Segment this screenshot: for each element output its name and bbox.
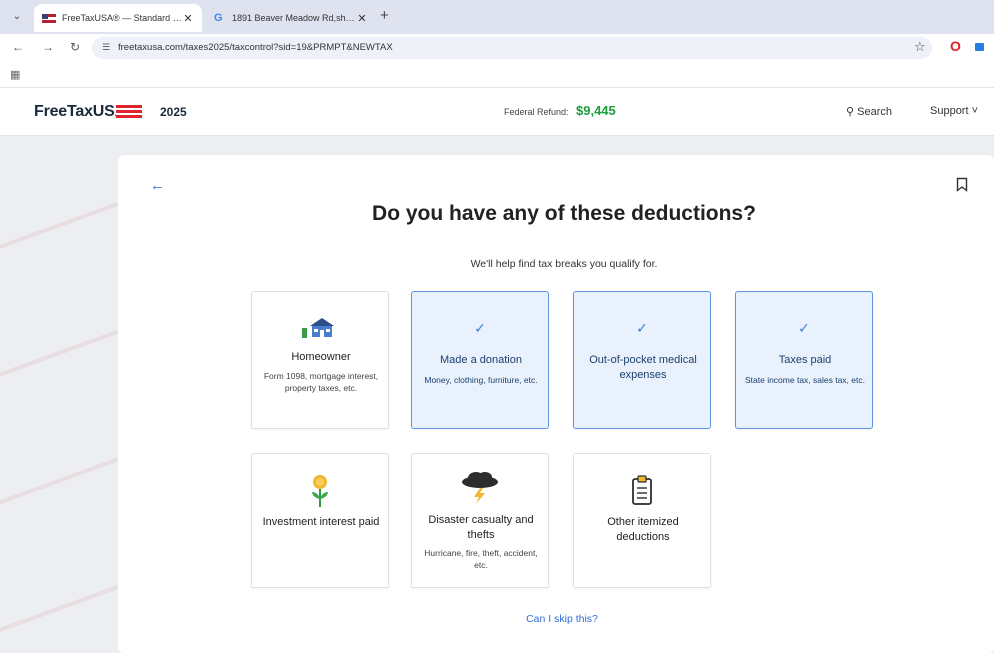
option-description: Hurricane, fire, theft, accident, etc. <box>424 548 538 570</box>
option-description: Form 1098, mortgage interest, property t… <box>263 371 379 393</box>
tab-title: 1891 Beaver Meadow Rd,shara <box>232 13 356 23</box>
option-other-itemized[interactable]: Other itemized deductions <box>573 453 711 588</box>
tab-close-icon[interactable]: ✕ <box>182 12 194 25</box>
browser-tab-freetaxusa[interactable]: FreeTaxUSA® — Standard or It ✕ <box>34 4 202 32</box>
browser-tab-google[interactable]: G 1891 Beaver Meadow Rd,shara ✕ <box>206 4 376 32</box>
site-header: FreeTaxUSA 2025 Federal Refund: $9,445 ⚲… <box>0 88 994 136</box>
option-made-a-donation[interactable]: ✓ Made a donation Money, clothing, furni… <box>411 291 549 429</box>
option-medical-expenses[interactable]: ✓ Out-of-pocket medical expenses <box>573 291 711 429</box>
support-label: Support <box>930 105 969 117</box>
tab-close-icon[interactable]: ✕ <box>356 12 368 25</box>
option-label: Homeowner <box>291 351 351 363</box>
tab-title: FreeTaxUSA® — Standard or It <box>62 13 182 23</box>
url-text: freetaxusa.com/taxes2025/taxcontrol?sid=… <box>118 42 393 53</box>
option-taxes-paid[interactable]: ✓ Taxes paid State income tax, sales tax… <box>735 291 873 429</box>
back-arrow-icon[interactable]: ← <box>150 177 165 194</box>
google-favicon-icon: G <box>214 12 223 24</box>
bookmarks-bar: ▦ <box>0 62 994 88</box>
option-disaster-casualty[interactable]: Disaster casualty and thefts Hurricane, … <box>411 453 549 588</box>
apps-grid-icon[interactable]: ▦ <box>10 68 20 81</box>
tab-search-chevron-icon[interactable]: ⌄ <box>8 8 26 26</box>
option-label: Other itemized deductions <box>607 516 679 543</box>
logo-flag-icon <box>116 105 142 119</box>
clipboard-icon <box>574 475 710 510</box>
option-homeowner[interactable]: Homeowner Form 1098, mortgage interest, … <box>251 291 389 429</box>
check-icon: ✓ <box>474 320 486 336</box>
address-bar: ← → ↻ ☰ freetaxusa.com/taxes2025/taxcont… <box>0 34 994 62</box>
browser-tab-bar: ⌄ FreeTaxUSA® — Standard or It ✕ G 1891 … <box>0 0 994 34</box>
skip-link[interactable]: Can I skip this? <box>462 613 662 625</box>
refund-value: $9,445 <box>576 103 616 118</box>
page-title: Do you have any of these deductions? <box>372 202 756 225</box>
support-menu[interactable]: Support ˅ <box>930 105 978 117</box>
option-label: Made a donation <box>440 354 522 366</box>
option-label: Disaster casualty and thefts <box>428 514 534 541</box>
option-description: State income tax, sales tax, etc. <box>744 375 865 385</box>
refund-label: Federal Refund: <box>504 107 569 117</box>
check-icon: ✓ <box>636 320 648 336</box>
chevron-down-icon: ˅ <box>971 105 979 117</box>
url-field[interactable]: ☰ freetaxusa.com/taxes2025/taxcontrol?si… <box>92 37 932 59</box>
page-subtitle: We'll help find tax breaks you qualify f… <box>470 258 658 270</box>
bookmark-star-icon[interactable]: ☆ <box>914 39 926 55</box>
option-description: Money, clothing, furniture, etc. <box>424 375 538 385</box>
extension-icon[interactable] <box>975 43 984 51</box>
tax-year: 2025 <box>160 105 187 119</box>
house-icon <box>252 316 388 343</box>
search-button[interactable]: ⚲ Search <box>846 105 892 118</box>
site-info-icon[interactable]: ☰ <box>102 42 110 53</box>
option-label: Investment interest paid <box>262 516 380 528</box>
option-label: Taxes paid <box>778 354 832 366</box>
site-logo[interactable]: FreeTaxUSA <box>34 103 126 121</box>
background-decoration <box>0 137 118 653</box>
search-icon: ⚲ <box>846 106 855 118</box>
forward-icon[interactable]: → <box>42 40 54 54</box>
plant-coin-icon <box>252 474 388 513</box>
search-label: Search <box>857 106 892 118</box>
option-label: Out-of-pocket medical expenses <box>589 354 697 381</box>
reload-icon[interactable]: ↻ <box>70 40 80 54</box>
flag-favicon-icon <box>42 13 56 23</box>
check-icon: ✓ <box>798 320 810 336</box>
option-investment-interest[interactable]: Investment interest paid <box>251 453 389 588</box>
opera-extension-icon[interactable]: O <box>950 38 961 54</box>
storm-cloud-icon <box>412 470 548 509</box>
new-tab-plus-icon[interactable]: + <box>380 7 389 24</box>
save-bookmark-icon[interactable] <box>956 177 968 192</box>
back-icon[interactable]: ← <box>12 40 24 54</box>
